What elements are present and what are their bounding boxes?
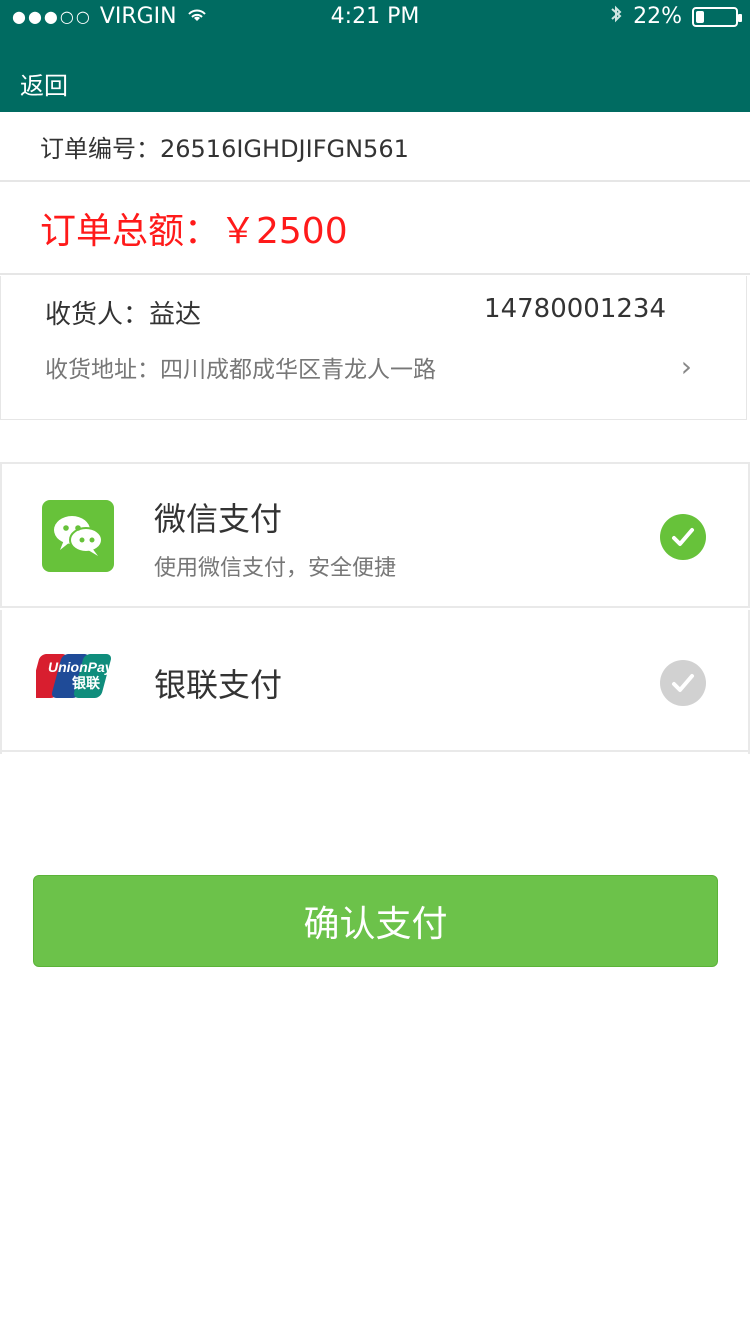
order-total-text: 订单总额：￥2500 bbox=[40, 211, 348, 252]
address-card[interactable]: 收货人：益达 14780001234 收货地址：四川成都成华区青龙人一路 › bbox=[0, 276, 747, 420]
back-button[interactable]: 返回 bbox=[20, 66, 68, 101]
unionpay-title: 银联支付 bbox=[154, 666, 283, 704]
order-number-row: 订单编号：26516IGHDJIFGN561 bbox=[0, 112, 750, 182]
nav-bar: 返回 bbox=[0, 50, 750, 112]
check-icon[interactable] bbox=[660, 514, 706, 560]
receiver-text: 收货人：益达 bbox=[45, 300, 202, 330]
battery-percent: 22% bbox=[633, 4, 682, 29]
order-number-text: 订单编号：26516IGHDJIFGN561 bbox=[40, 134, 409, 163]
status-right: 22% bbox=[609, 4, 742, 29]
payment-option-wechat[interactable]: 微信支付 使用微信支付，安全便捷 bbox=[0, 464, 750, 608]
unionpay-logo: UnionPay 银联 bbox=[29, 648, 122, 702]
chevron-right-icon: › bbox=[680, 350, 692, 383]
battery-icon bbox=[692, 6, 742, 27]
order-total-row: 订单总额：￥2500 bbox=[0, 183, 750, 275]
status-bar: ●●●○○ VIRGIN 4:21 PM 22% bbox=[0, 0, 750, 36]
payment-methods: 微信支付 使用微信支付，安全便捷 UnionPay 银联 银联支付 bbox=[0, 462, 750, 754]
wechat-icon bbox=[42, 500, 114, 572]
header-bar: ●●●○○ VIRGIN 4:21 PM 22% 返回 bbox=[0, 0, 750, 112]
svg-text:银联: 银联 bbox=[72, 675, 101, 692]
wechat-subtitle: 使用微信支付，安全便捷 bbox=[154, 556, 397, 581]
phone-number: 14780001234 bbox=[484, 294, 666, 324]
address-text: 收货地址：四川成都成华区青龙人一路 bbox=[45, 357, 436, 383]
svg-text:UnionPay: UnionPay bbox=[48, 659, 114, 675]
confirm-payment-button[interactable]: 确认支付 bbox=[33, 875, 718, 967]
check-icon[interactable] bbox=[660, 660, 706, 706]
payment-option-unionpay[interactable]: UnionPay 银联 银联支付 bbox=[0, 610, 750, 754]
bluetooth-icon bbox=[609, 4, 623, 29]
battery-fill bbox=[696, 10, 705, 23]
wechat-title: 微信支付 bbox=[154, 500, 283, 538]
